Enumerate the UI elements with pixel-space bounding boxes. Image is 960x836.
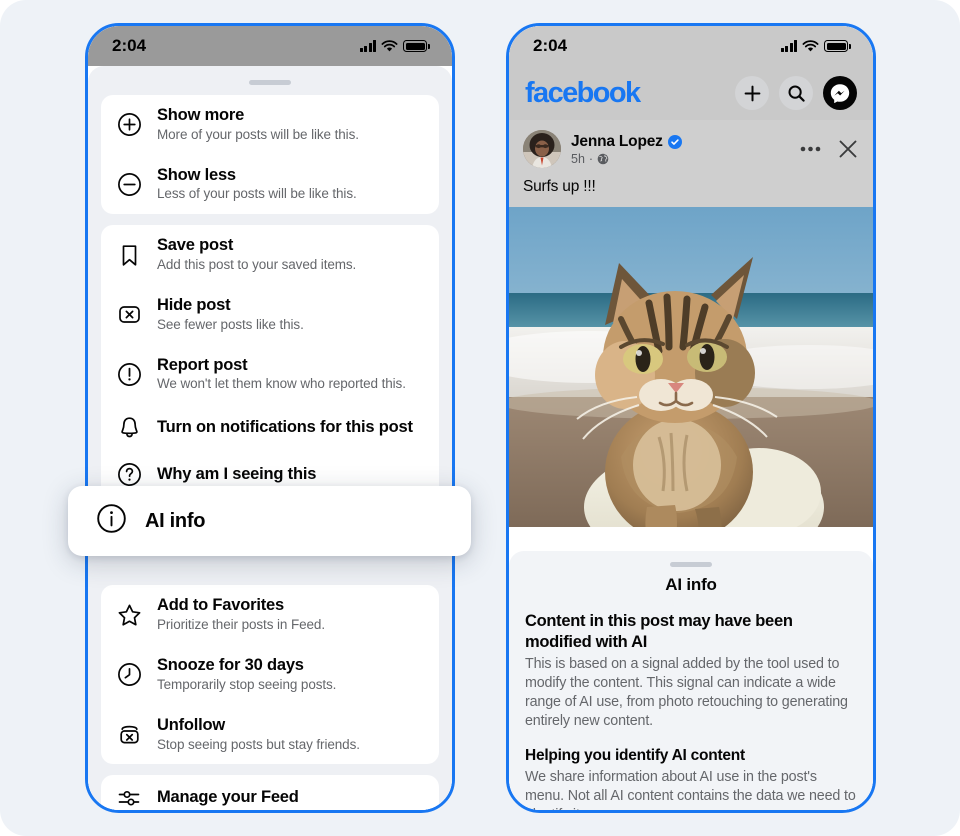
create-button[interactable]: [735, 76, 769, 110]
post-image[interactable]: [509, 207, 873, 527]
menu-group-manage: Manage your Feed: [101, 775, 439, 810]
ai-info-label: AI info: [145, 509, 206, 532]
menu-item-title: Unfollow: [157, 715, 226, 734]
menu-item-subtitle: Temporarily stop seeing posts.: [157, 676, 337, 692]
cat-on-surfboard-image: [509, 207, 873, 527]
post-card: Jenna Lopez 5h · Surfs up !!!: [509, 120, 873, 207]
status-time: 2:04: [533, 36, 568, 55]
signal-bars-icon: [780, 40, 798, 52]
ai-section-heading: Helping you identify AI content: [525, 747, 745, 765]
wifi-icon: [802, 39, 819, 51]
info-circle-icon: [96, 503, 127, 539]
ai-info-bottom-sheet: AI info Content in this post may have be…: [509, 551, 873, 810]
screenshot-root: 2:04 Show more More of your posts will b…: [0, 0, 960, 836]
battery-icon: [403, 40, 430, 52]
clock-icon: [115, 662, 143, 687]
post-meta: 5h ·: [571, 152, 682, 166]
bookmark-icon: [115, 243, 143, 268]
verified-badge-icon: [667, 134, 682, 149]
avatar[interactable]: [523, 130, 561, 168]
star-icon: [115, 602, 143, 628]
menu-item-manage-your-feed[interactable]: Manage your Feed: [101, 775, 439, 810]
plus-circle-icon: [115, 112, 143, 137]
wifi-icon: [381, 39, 398, 51]
ai-section-body: We share information about AI use in the…: [525, 769, 856, 810]
phone-right: 2:04 facebook Jenna Lopez 5h · Surfs up …: [506, 23, 876, 813]
hide-square-x-icon: [115, 302, 143, 327]
globe-icon: [597, 153, 609, 164]
status-time: 2:04: [112, 36, 147, 55]
menu-item-report-post[interactable]: Report post We won't let them know who r…: [101, 345, 439, 405]
post-header: Jenna Lopez 5h ·: [523, 130, 859, 168]
ai-section-heading: Content in this post may have been modif…: [525, 612, 793, 651]
menu-item-title: Why am I seeing this: [157, 464, 317, 483]
menu-group-post-actions: Save post Add this post to your saved it…: [101, 225, 439, 499]
minus-circle-icon: [115, 172, 143, 197]
search-icon: [788, 85, 805, 102]
menu-item-title: Turn on notifications for this post: [157, 417, 413, 436]
ai-section-body: This is based on a signal added by the t…: [525, 656, 848, 730]
menu-item-subtitle: Less of your posts will be like this.: [157, 186, 357, 202]
menu-item-add-to-favorites[interactable]: Add to Favorites Prioritize their posts …: [101, 585, 439, 645]
menu-item-subtitle: Prioritize their posts in Feed.: [157, 617, 325, 633]
menu-item-save-post[interactable]: Save post Add this post to your saved it…: [101, 225, 439, 285]
right-screen: 2:04 facebook Jenna Lopez 5h · Surfs up …: [509, 26, 873, 810]
report-alert-icon: [115, 362, 143, 387]
sliders-icon: [115, 787, 143, 809]
ai-section-identify: Helping you identify AI content We share…: [525, 747, 857, 810]
question-circle-icon: [115, 462, 143, 487]
menu-item-subtitle: Add this post to your saved items.: [157, 257, 357, 273]
menu-item-title: Show less: [157, 165, 236, 184]
menu-item-title: Manage your Feed: [157, 788, 299, 807]
right-status-bar: 2:04: [509, 26, 873, 66]
post-author-name: Jenna Lopez: [571, 133, 682, 151]
phone-left: 2:04 Show more More of your posts will b…: [85, 23, 455, 813]
messenger-icon: [830, 84, 850, 103]
ai-info-highlighted-item[interactable]: AI info: [68, 486, 471, 556]
menu-item-turn-on-notifications[interactable]: Turn on notifications for this post: [101, 404, 439, 451]
menu-item-subtitle: See fewer posts like this.: [157, 316, 304, 332]
signal-bars-icon: [359, 40, 377, 52]
status-indicators: [780, 39, 851, 53]
menu-item-subtitle: More of your posts will be like this.: [157, 126, 359, 142]
post-text: Surfs up !!!: [523, 178, 596, 195]
plus-icon: [744, 85, 760, 101]
post-options-sheet: Show more More of your posts will be lik…: [88, 66, 452, 810]
left-status-bar: 2:04: [88, 26, 452, 66]
search-button[interactable]: [779, 76, 813, 110]
unfollow-icon: [115, 722, 143, 747]
header-actions: [735, 76, 857, 110]
ai-sheet-title: AI info: [665, 575, 717, 594]
bell-icon: [115, 415, 143, 440]
sheet-drag-handle[interactable]: [249, 80, 291, 85]
left-screen: 2:04 Show more More of your posts will b…: [88, 26, 452, 810]
ellipsis-icon[interactable]: [800, 146, 821, 152]
menu-item-show-less[interactable]: Show less Less of your posts will be lik…: [101, 155, 439, 215]
post-header-actions: [800, 138, 859, 160]
menu-group-relationship: Add to Favorites Prioritize their posts …: [101, 585, 439, 765]
status-indicators: [359, 39, 430, 53]
menu-item-title: Show more: [157, 106, 245, 124]
menu-item-title: Hide post: [157, 296, 231, 315]
menu-item-subtitle: Stop seeing posts but stay friends.: [157, 736, 360, 752]
battery-icon: [824, 40, 851, 52]
ai-sheet-drag-handle[interactable]: [670, 562, 712, 567]
messenger-button[interactable]: [823, 76, 857, 110]
facebook-logo: facebook: [525, 76, 641, 109]
close-icon[interactable]: [837, 138, 859, 160]
menu-item-title: Report post: [157, 355, 248, 374]
menu-item-hide-post[interactable]: Hide post See fewer posts like this.: [101, 285, 439, 345]
facebook-header: facebook: [509, 66, 873, 120]
menu-item-title: Add to Favorites: [157, 596, 284, 615]
menu-item-show-more[interactable]: Show more More of your posts will be lik…: [101, 95, 439, 155]
menu-item-title: Snooze for 30 days: [157, 656, 304, 675]
menu-item-title: Save post: [157, 236, 234, 255]
menu-item-subtitle: We won't let them know who reported this…: [157, 376, 406, 392]
menu-group-feedback: Show more More of your posts will be lik…: [101, 95, 439, 215]
ai-section-modified: Content in this post may have been modif…: [525, 611, 857, 731]
menu-item-snooze[interactable]: Snooze for 30 days Temporarily stop seei…: [101, 645, 439, 705]
menu-item-unfollow[interactable]: Unfollow Stop seeing posts but stay frie…: [101, 705, 439, 765]
